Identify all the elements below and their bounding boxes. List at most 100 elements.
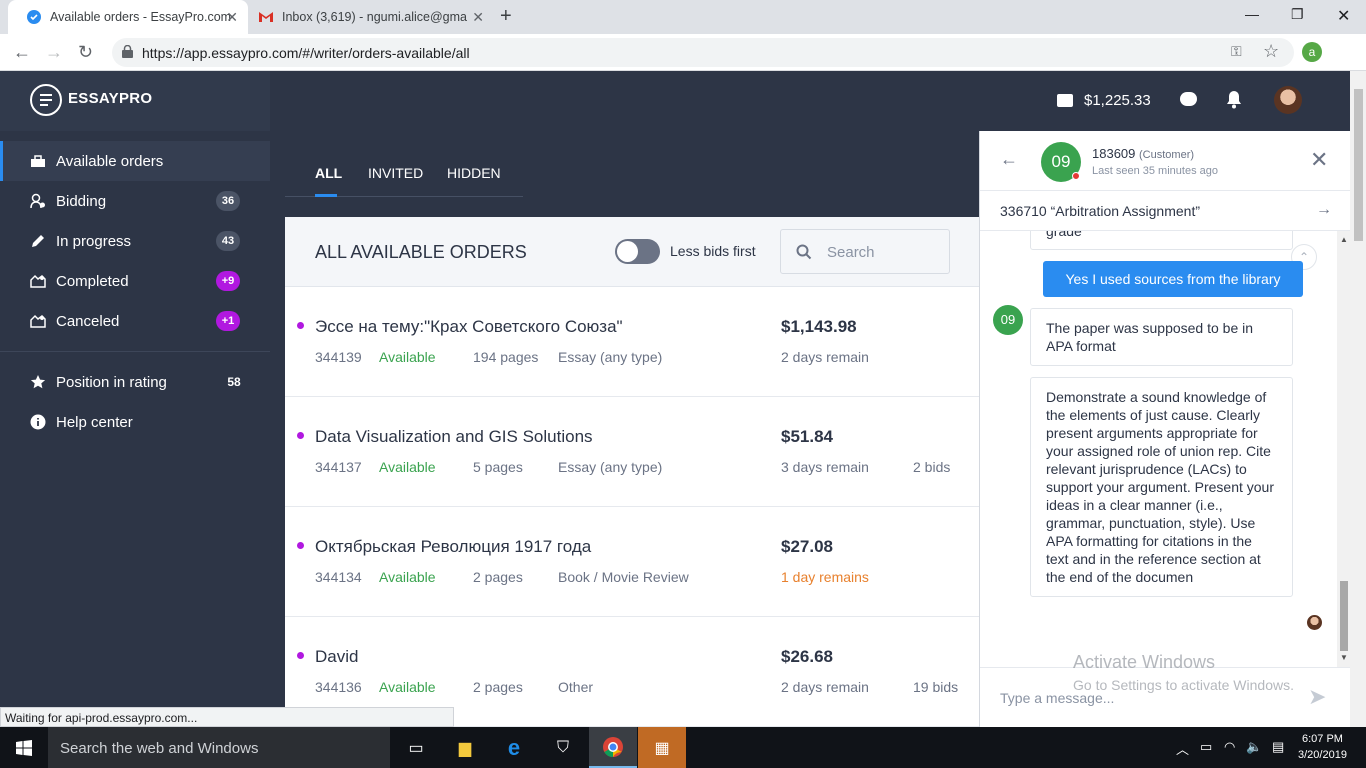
sidebar-item-in-progress[interactable]: In progress 43 xyxy=(0,221,270,261)
bookmark-star-icon[interactable]: ☆ xyxy=(1263,41,1279,62)
order-title[interactable]: Эссе на тему:"Крах Советского Союза" xyxy=(315,317,623,337)
search-placeholder: Search xyxy=(827,244,875,261)
window-close-icon[interactable]: ✕ xyxy=(1337,6,1350,26)
sidebar-item-position-in-rating[interactable]: Position in rating 58 xyxy=(0,362,270,402)
order-deadline: 2 days remain xyxy=(781,679,869,695)
pencil-icon xyxy=(30,233,46,249)
sidebar-item-label: Completed xyxy=(56,272,129,290)
gmail-icon xyxy=(258,9,274,25)
file-explorer-icon[interactable]: ▆ xyxy=(441,727,489,768)
tab-invited[interactable]: INVITED xyxy=(368,165,423,181)
new-order-dot xyxy=(297,322,304,329)
address-bar: ← → ↻ https://app.essaypro.com/#/writer/… xyxy=(0,34,1366,71)
tab-hidden[interactable]: HIDDEN xyxy=(447,165,501,181)
balance-amount[interactable]: $1,225.33 xyxy=(1084,92,1151,109)
taskbar-clock[interactable]: 6:07 PM 3/20/2019 xyxy=(1298,731,1347,763)
chat-order-link[interactable]: 336710 “Arbitration Assignment” → xyxy=(980,191,1351,231)
order-title[interactable]: David xyxy=(315,647,358,667)
sidebar-item-available-orders[interactable]: Available orders xyxy=(0,141,270,181)
logo-text-pro: PRO xyxy=(118,90,153,107)
bidding-icon xyxy=(30,193,46,209)
bell-icon[interactable] xyxy=(1226,90,1242,109)
sidebar-item-label: Bidding xyxy=(56,192,107,210)
key-icon[interactable]: ⚿ xyxy=(1231,43,1242,60)
order-id: 344137 xyxy=(315,459,362,475)
sidebar-divider xyxy=(0,351,270,352)
essaypro-logo[interactable]: ESSAYPRO xyxy=(0,71,270,131)
info-icon xyxy=(30,414,46,430)
chrome-icon[interactable] xyxy=(589,727,637,768)
chat-panel: ← 09 183609 (Customer) Last seen 35 minu… xyxy=(979,131,1351,727)
taskbar-search[interactable]: Search the web and Windows xyxy=(48,727,390,768)
order-type: Essay (any type) xyxy=(558,459,663,475)
message-composer[interactable]: Type a message... ➤ xyxy=(980,667,1351,727)
windows-start-icon[interactable] xyxy=(16,740,32,756)
scroll-down-icon[interactable]: ▼ xyxy=(1340,653,1348,662)
logo-mark-icon xyxy=(30,84,62,116)
app-icon[interactable]: ▦ xyxy=(638,727,686,768)
tab-all[interactable]: ALL xyxy=(315,165,342,181)
order-type: Book / Movie Review xyxy=(558,569,689,585)
minimize-icon[interactable]: — xyxy=(1245,6,1259,22)
edge-icon[interactable]: e xyxy=(490,727,538,768)
order-row[interactable]: Эссе на тему:"Крах Советского Союза" $1,… xyxy=(285,287,980,397)
search-icon xyxy=(796,244,812,260)
sidebar-item-canceled[interactable]: Canceled +1 xyxy=(0,301,270,341)
notification-icon[interactable]: ▤ xyxy=(1272,739,1284,755)
page-scrollbar[interactable] xyxy=(1350,71,1366,727)
task-view-icon[interactable]: ▭ xyxy=(392,727,440,768)
battery-icon[interactable]: ▭ xyxy=(1200,739,1212,755)
new-order-dot xyxy=(297,652,304,659)
back-arrow-icon[interactable]: ← xyxy=(1000,149,1018,170)
user-avatar[interactable] xyxy=(1274,86,1302,114)
store-icon[interactable]: ⛉ xyxy=(539,727,587,768)
forward-arrow-icon[interactable]: → xyxy=(45,42,63,63)
close-icon[interactable]: ✕ xyxy=(1310,147,1328,173)
chat-icon[interactable] xyxy=(1180,92,1197,106)
sidebar-item-label: Canceled xyxy=(56,312,120,330)
tab-close-icon[interactable]: ✕ xyxy=(472,9,484,26)
order-bids: 19 bids xyxy=(913,679,959,695)
count-badge: 36 xyxy=(216,191,240,211)
order-title[interactable]: Data Visualization and GIS Solutions xyxy=(315,427,593,447)
new-tab-icon[interactable]: + xyxy=(500,5,512,28)
order-deadline: 2 days remain xyxy=(781,349,869,365)
sidebar-item-help-center[interactable]: Help center xyxy=(0,402,270,442)
wifi-icon[interactable]: ◠ xyxy=(1224,739,1235,755)
chat-scrollbar[interactable]: ▲ ▼ xyxy=(1337,231,1351,667)
url-text: https://app.essaypro.com/#/writer/orders… xyxy=(142,44,470,61)
status-dot xyxy=(1072,172,1080,180)
tab-available-orders[interactable]: Available orders - EssayPro.com ✕ xyxy=(8,0,248,34)
tab-gmail-inbox[interactable]: Inbox (3,619) - ngumi.alice@gma ✕ xyxy=(240,0,490,34)
back-arrow-icon[interactable]: ← xyxy=(13,42,31,63)
new-order-dot xyxy=(297,432,304,439)
volume-icon[interactable]: 🔈 xyxy=(1246,739,1262,755)
chat-header: ← 09 183609 (Customer) Last seen 35 minu… xyxy=(980,131,1351,191)
toggle-knob xyxy=(617,241,638,262)
search-input[interactable]: Search xyxy=(780,229,950,274)
maximize-icon[interactable]: ❐ xyxy=(1291,6,1304,23)
less-bids-toggle[interactable] xyxy=(615,239,660,264)
url-input[interactable]: https://app.essaypro.com/#/writer/orders… xyxy=(112,38,1294,67)
order-id: 344134 xyxy=(315,569,362,585)
order-row[interactable]: Data Visualization and GIS Solutions $51… xyxy=(285,397,980,507)
sidebar-item-completed[interactable]: Completed +9 xyxy=(0,261,270,301)
send-icon[interactable]: ➤ xyxy=(1308,684,1326,710)
tab-close-icon[interactable]: ✕ xyxy=(226,9,238,26)
order-title[interactable]: Октябрьская Революция 1917 года xyxy=(315,537,591,557)
browser-status-bar: Waiting for api-prod.essaypro.com... xyxy=(0,707,454,727)
count-badge: +9 xyxy=(216,271,240,291)
scroll-up-icon[interactable]: ▲ xyxy=(1340,235,1348,244)
order-row[interactable]: Октябрьская Революция 1917 года $27.08 3… xyxy=(285,507,980,617)
scroll-thumb[interactable] xyxy=(1340,581,1348,651)
order-status: Available xyxy=(379,569,436,585)
reload-icon[interactable]: ↻ xyxy=(78,42,93,63)
customer-role: (Customer) xyxy=(1139,149,1195,161)
profile-avatar[interactable]: a xyxy=(1302,42,1322,62)
count-badge: 43 xyxy=(216,231,240,251)
scroll-thumb[interactable] xyxy=(1354,89,1363,241)
order-status: Available xyxy=(379,349,436,365)
arrow-right-icon: → xyxy=(1316,201,1332,218)
tray-chevron-icon[interactable]: ︿ xyxy=(1176,739,1189,758)
sidebar-item-bidding[interactable]: Bidding 36 xyxy=(0,181,270,221)
